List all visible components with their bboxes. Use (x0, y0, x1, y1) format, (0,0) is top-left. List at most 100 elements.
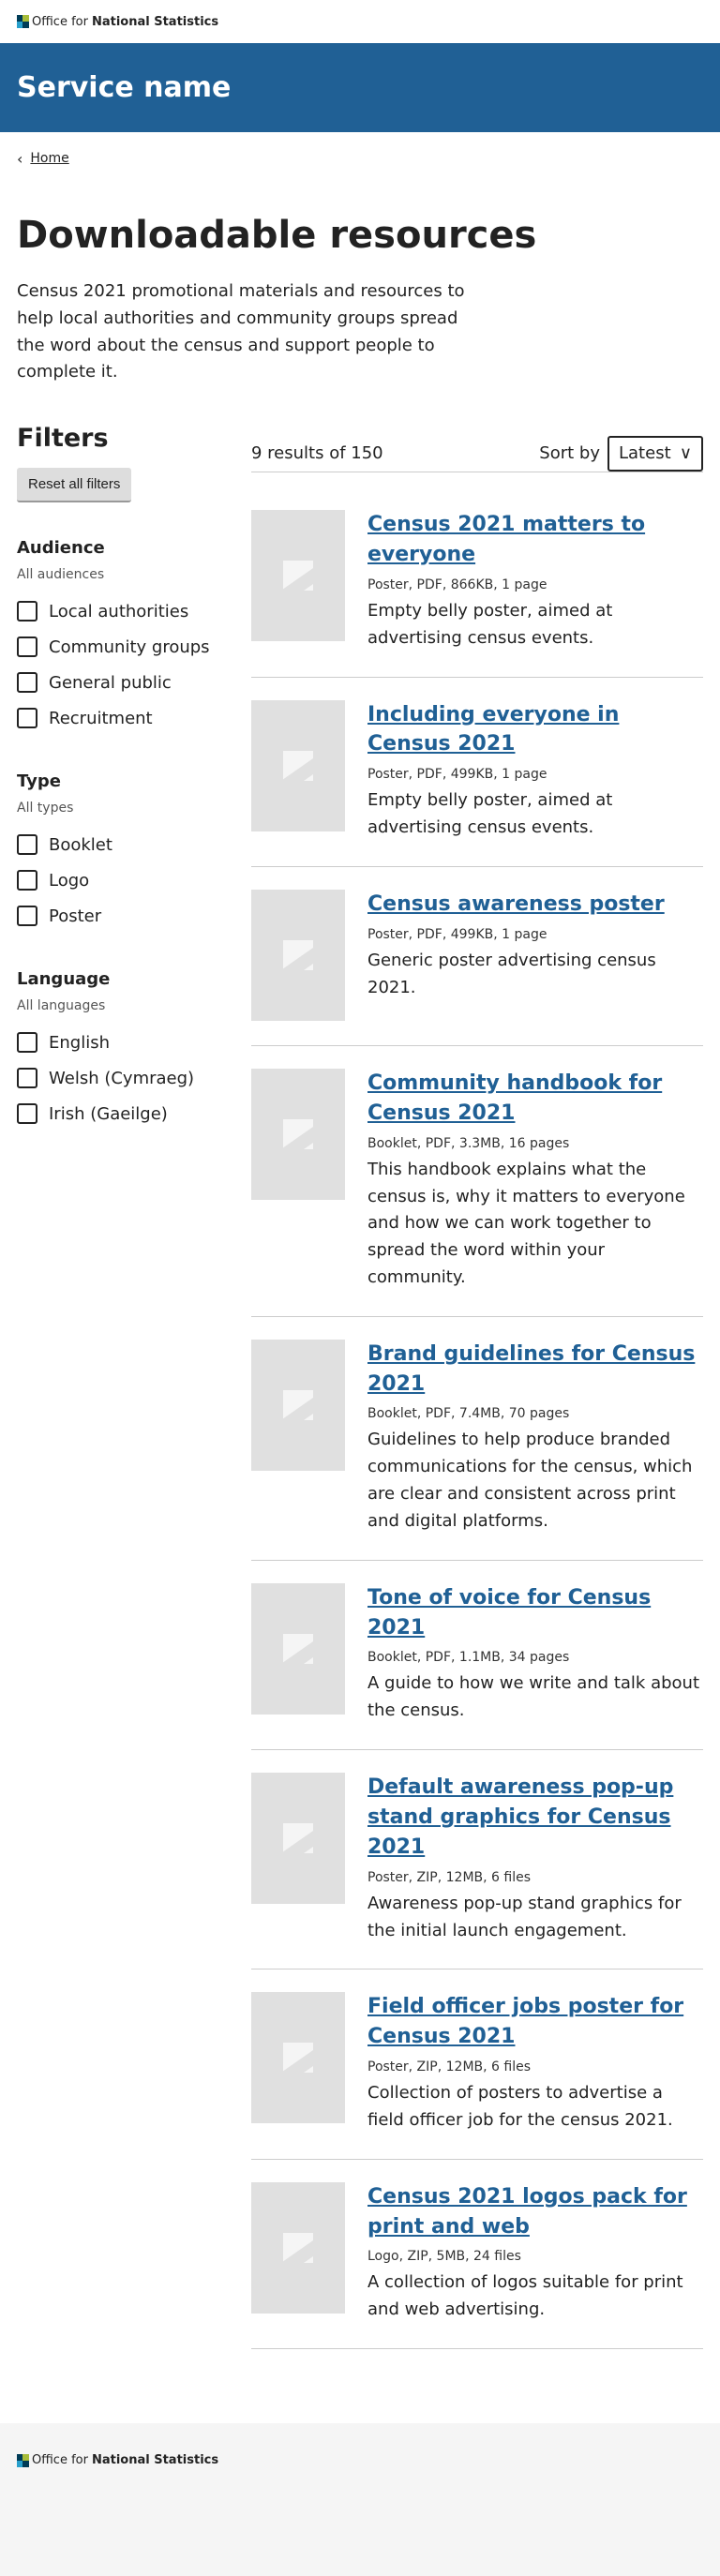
chevron-left-icon: ‹ (17, 149, 23, 168)
image-placeholder-icon (283, 561, 313, 592)
result-title-link[interactable]: Including everyone in Census 2021 (368, 703, 619, 756)
footer-logo-strong: National Statistics (91, 2453, 219, 2467)
result-meta: Booklet, PDF, 7.4MB, 70 pages (368, 1406, 570, 1422)
checkbox[interactable] (17, 672, 38, 694)
result-thumbnail[interactable] (251, 699, 345, 831)
result-description: Generic poster advertising census 2021. (368, 950, 656, 997)
filter-option[interactable]: Logo (17, 862, 251, 898)
result-title-link[interactable]: Tone of voice for Census 2021 (368, 1586, 651, 1640)
filters-heading: Filters (17, 424, 109, 454)
result-description: Guidelines to help produce branded commu… (368, 1430, 693, 1531)
logo-strong: National Statistics (91, 14, 219, 29)
result-body: Brand guidelines for Census 2021 Booklet,… (368, 1340, 703, 1535)
filter-option-label: English (49, 1032, 110, 1053)
checkbox[interactable] (17, 708, 38, 729)
filter-group: Audience All audiences Local authorities Co… (17, 538, 251, 736)
filter-group-all-label: All languages (17, 998, 106, 1014)
result-meta: Poster, ZIP, 12MB, 6 files (368, 2059, 531, 2075)
checkbox[interactable] (17, 637, 38, 658)
result-title-link[interactable]: Census 2021 matters to everyone (368, 513, 645, 566)
breadcrumb-home-link[interactable]: Home (30, 151, 68, 166)
ons-logo-icon (17, 15, 29, 28)
filter-option[interactable]: Recruitment (17, 700, 251, 736)
result-description: Awareness pop-up stand graphics for the … (368, 1893, 682, 1940)
filter-group-title: Language (17, 969, 111, 990)
filter-option[interactable]: Community groups (17, 629, 251, 665)
filter-option[interactable]: Poster (17, 898, 251, 934)
sort-label: Sort by (539, 443, 600, 464)
result-meta: Poster, ZIP, 12MB, 6 files (368, 1869, 531, 1885)
filter-group-all-label: All audiences (17, 567, 105, 583)
filter-group: Language All languages English Welsh (Cymra… (17, 969, 251, 1131)
result-item: Community handbook for Census 2021 Bookle… (251, 1046, 703, 1317)
result-thumbnail[interactable] (251, 1068, 345, 1200)
result-item: Tone of voice for Census 2021 Booklet, PD… (251, 1561, 703, 1751)
result-title-link[interactable]: Field officer jobs poster for Census 202… (368, 1995, 683, 2048)
result-title-link[interactable]: Census awareness poster (368, 892, 665, 916)
result-thumbnail[interactable] (251, 1992, 345, 2124)
ons-logo[interactable]: Office for National Statistics (17, 15, 218, 29)
image-placeholder-icon (283, 1389, 313, 1420)
result-title-link[interactable]: Community handbook for Census 2021 (368, 1071, 662, 1125)
results-count: 9 results of 150 (251, 443, 383, 464)
image-placeholder-icon (283, 1823, 313, 1854)
result-meta: Booklet, PDF, 1.1MB, 34 pages (368, 1650, 570, 1666)
filter-option-label: Recruitment (49, 708, 153, 728)
top-bar: Office for National Statistics (0, 0, 720, 43)
checkbox[interactable] (17, 1068, 38, 1089)
filter-group: Type All types Booklet Logo Poster (17, 771, 251, 934)
reset-filters-button[interactable]: Reset all filters (17, 468, 132, 503)
result-item: Default awareness pop-up stand graphics … (251, 1750, 703, 1970)
results-list: Census 2021 matters to everyone Poster, P… (251, 487, 703, 2350)
result-title-link[interactable]: Brand guidelines for Census 2021 (368, 1342, 695, 1396)
result-body: Field officer jobs poster for Census 202… (368, 1992, 703, 2134)
service-name[interactable]: Service name (17, 71, 231, 104)
result-description: A collection of logos suitable for print… (368, 2272, 683, 2320)
result-body: Census 2021 matters to everyone Poster, P… (368, 510, 703, 651)
filter-option[interactable]: English (17, 1025, 251, 1060)
filter-option[interactable]: Booklet (17, 827, 251, 862)
ons-logo-icon (17, 2453, 29, 2467)
image-placeholder-icon (283, 750, 313, 781)
result-title-link[interactable]: Default awareness pop-up stand graphics … (368, 1775, 673, 1859)
result-body: Tone of voice for Census 2021 Booklet, PD… (368, 1583, 703, 1725)
chevron-down-icon: ∨ (679, 443, 692, 464)
result-description: Empty belly poster, aimed at advertising… (368, 790, 613, 838)
result-description: Collection of posters to advertise a fie… (368, 2083, 673, 2130)
checkbox[interactable] (17, 1032, 38, 1054)
result-meta: Poster, PDF, 499KB, 1 page (368, 926, 548, 942)
filter-option-label: Welsh (Cymraeg) (49, 1068, 195, 1088)
filter-option[interactable]: Irish (Gaeilge) (17, 1096, 251, 1131)
sort-control: Sort by Latest ∨ (539, 435, 703, 472)
result-thumbnail[interactable] (251, 1582, 345, 1715)
checkbox[interactable] (17, 601, 38, 622)
result-thumbnail[interactable] (251, 510, 345, 642)
checkbox[interactable] (17, 1103, 38, 1125)
filter-option[interactable]: Welsh (Cymraeg) (17, 1060, 251, 1096)
filter-option[interactable]: General public (17, 665, 251, 700)
checkbox[interactable] (17, 870, 38, 891)
result-item: Including everyone in Census 2021 Poster,… (251, 678, 703, 867)
filter-group-title: Audience (17, 538, 105, 559)
result-thumbnail[interactable] (251, 1773, 345, 1905)
result-description: Empty belly poster, aimed at advertising… (368, 600, 613, 648)
filter-option-label: Local authorities (49, 601, 189, 622)
checkbox[interactable] (17, 906, 38, 927)
filter-groups: Audience All audiences Local authorities Co… (17, 538, 251, 1131)
filter-option[interactable]: Local authorities (17, 593, 251, 629)
result-thumbnail[interactable] (251, 1339, 345, 1471)
result-title-link[interactable]: Census 2021 logos pack for print and web (368, 2185, 687, 2239)
page-description: Census 2021 promotional materials and re… (17, 281, 465, 382)
page-intro: Downloadable resources Census 2021 promo… (0, 213, 720, 386)
result-thumbnail[interactable] (251, 2181, 345, 2314)
result-item: Field officer jobs poster for Census 202… (251, 1969, 703, 2160)
result-meta: Poster, PDF, 866KB, 1 page (368, 577, 548, 592)
footer-ons-logo[interactable]: Office for National Statistics (17, 2453, 703, 2467)
sort-select[interactable]: Latest ∨ (608, 435, 703, 472)
result-meta: Booklet, PDF, 3.3MB, 16 pages (368, 1135, 570, 1151)
result-body: Census awareness poster Poster, PDF, 499K… (368, 890, 703, 1021)
checkbox[interactable] (17, 834, 38, 856)
result-thumbnail[interactable] (251, 889, 345, 1021)
result-item: Census 2021 logos pack for print and web… (251, 2160, 703, 2350)
image-placeholder-icon (283, 2232, 313, 2263)
